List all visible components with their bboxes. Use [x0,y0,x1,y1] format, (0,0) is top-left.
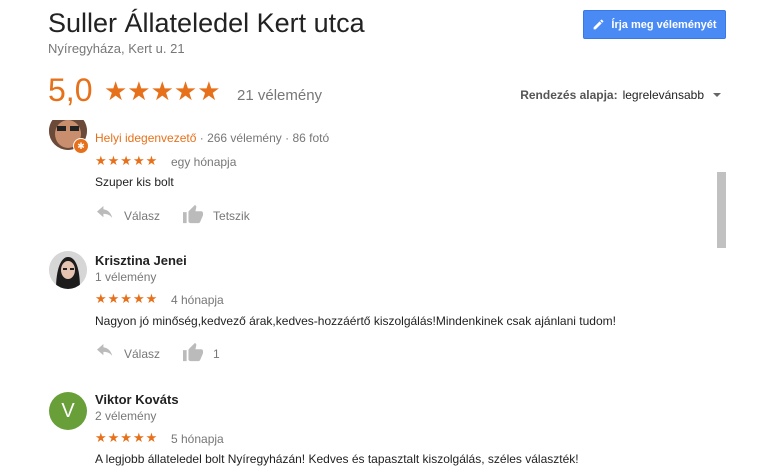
author-name[interactable]: Krisztina Jenei [95,253,187,268]
review-date: 5 hónapja [171,432,224,446]
rating-value: 5,0 [48,72,93,108]
review-stars: ★★★★★ [95,153,159,168]
thumbs-up-icon [182,204,204,227]
like-count: 1 [213,346,220,361]
place-address: Nyíregyháza, Kert u. 21 [48,41,185,56]
review-actions: Válasz 1 [95,342,220,365]
review-text: A legjobb állateledel bolt Nyíregyházán!… [95,452,579,466]
local-guide-label[interactable]: Helyi idegenvezető [95,131,196,145]
write-review-button[interactable]: Írja meg véleményét [583,10,726,39]
like-label: Tetszik [213,208,250,223]
avatar[interactable]: V [49,392,87,430]
local-guide-badge-icon: ✱ [73,138,89,154]
sort-label: Rendezés alapja: [520,88,618,102]
reply-button[interactable]: Válasz [95,206,160,225]
author-meta: 2 vélemény [95,409,157,423]
author-meta: 1 vélemény [95,270,157,284]
review-count[interactable]: 21 vélemény [237,87,322,104]
avatar[interactable] [49,251,87,289]
review-date: egy hónapja [171,155,237,169]
author-meta: Helyi idegenvezető · 266 vélemény · 86 f… [95,131,329,145]
thumbs-up-icon [182,342,204,365]
author-stats: · 266 vélemény · 86 fotó [196,131,330,145]
review-stars: ★★★★★ [95,430,159,445]
write-review-label: Írja meg véleményét [611,18,717,31]
like-button[interactable]: 1 [182,342,220,365]
review-stars: ★★★★★ [95,291,159,306]
caret-down-icon [713,93,721,97]
reply-button[interactable]: Válasz [95,344,160,363]
reviews-list[interactable]: ✱ Helyi idegenvezető · 266 vélemény · 86… [0,120,757,476]
page-title: Suller Állateledel Kert utca [48,8,365,38]
pencil-icon [592,18,605,31]
reply-label: Válasz [124,346,161,361]
review-text: Nagyon jó minőség,kedvező árak,kedves-ho… [95,314,616,328]
review-text: Szuper kis bolt [95,175,174,189]
scrollbar-thumb[interactable] [717,172,726,248]
rating-stars: ★★★★★ [104,76,221,106]
sort-value: legrelevánsabb [622,88,704,102]
author-name[interactable]: Viktor Kováts [95,392,179,407]
review-actions: Válasz Tetszik [95,204,250,227]
avatar-letter: V [61,400,75,422]
reply-icon [95,344,115,363]
reply-label: Válasz [124,208,161,223]
reply-icon [95,206,115,225]
like-button[interactable]: Tetszik [182,204,250,227]
sort-dropdown[interactable]: Rendezés alapja: legrelevánsabb [520,88,721,102]
review-date: 4 hónapja [171,293,224,307]
